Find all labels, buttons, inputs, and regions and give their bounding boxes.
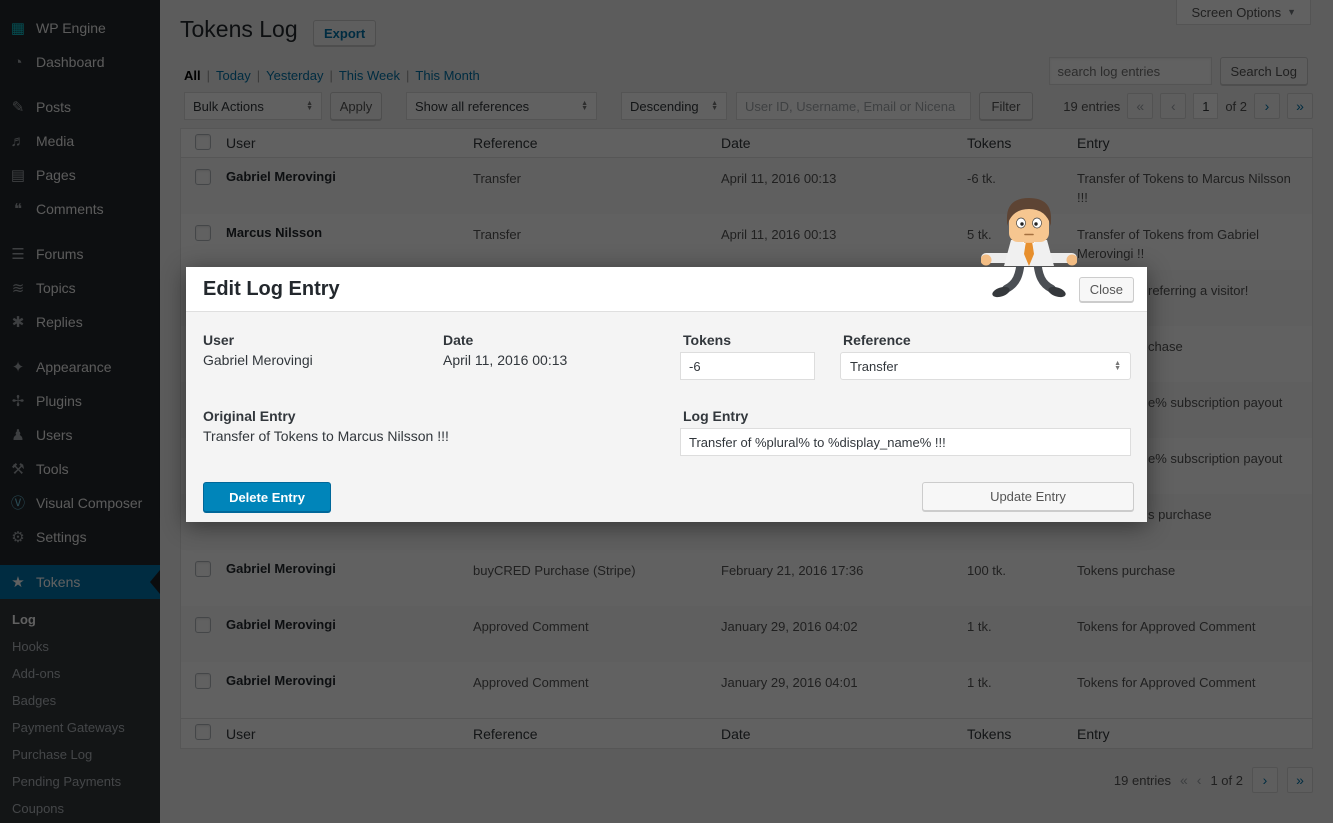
reference-select[interactable]: Transfer ▲▼ bbox=[840, 352, 1131, 380]
tokens-field-label: Tokens bbox=[683, 332, 731, 348]
user-field-value: Gabriel Merovingi bbox=[203, 352, 313, 368]
mascot-character bbox=[981, 196, 1077, 302]
log-entry-label: Log Entry bbox=[683, 408, 748, 424]
select-arrows-icon: ▲▼ bbox=[1114, 361, 1121, 371]
close-button[interactable]: Close bbox=[1079, 277, 1134, 302]
reference-field-label: Reference bbox=[843, 332, 911, 348]
date-field-value: April 11, 2016 00:13 bbox=[443, 352, 567, 368]
original-entry-label: Original Entry bbox=[203, 408, 296, 424]
original-entry-value: Transfer of Tokens to Marcus Nilsson !!! bbox=[203, 428, 449, 444]
log-entry-input[interactable] bbox=[680, 428, 1131, 456]
modal-body: User Gabriel Merovingi Date April 11, 20… bbox=[186, 312, 1147, 521]
delete-entry-button[interactable]: Delete Entry bbox=[203, 482, 331, 512]
date-field-label: Date bbox=[443, 332, 473, 348]
user-field-label: User bbox=[203, 332, 234, 348]
wordpress-admin-page: ▦ WP Engine ◔ Dashboard ✎ Posts ♬ Media … bbox=[0, 0, 1333, 823]
tokens-input[interactable] bbox=[680, 352, 815, 380]
reference-select-value: Transfer bbox=[850, 359, 898, 374]
update-entry-button[interactable]: Update Entry bbox=[922, 482, 1134, 511]
edit-log-entry-modal: Edit Log Entry Close User Gabriel Merovi… bbox=[186, 267, 1147, 522]
